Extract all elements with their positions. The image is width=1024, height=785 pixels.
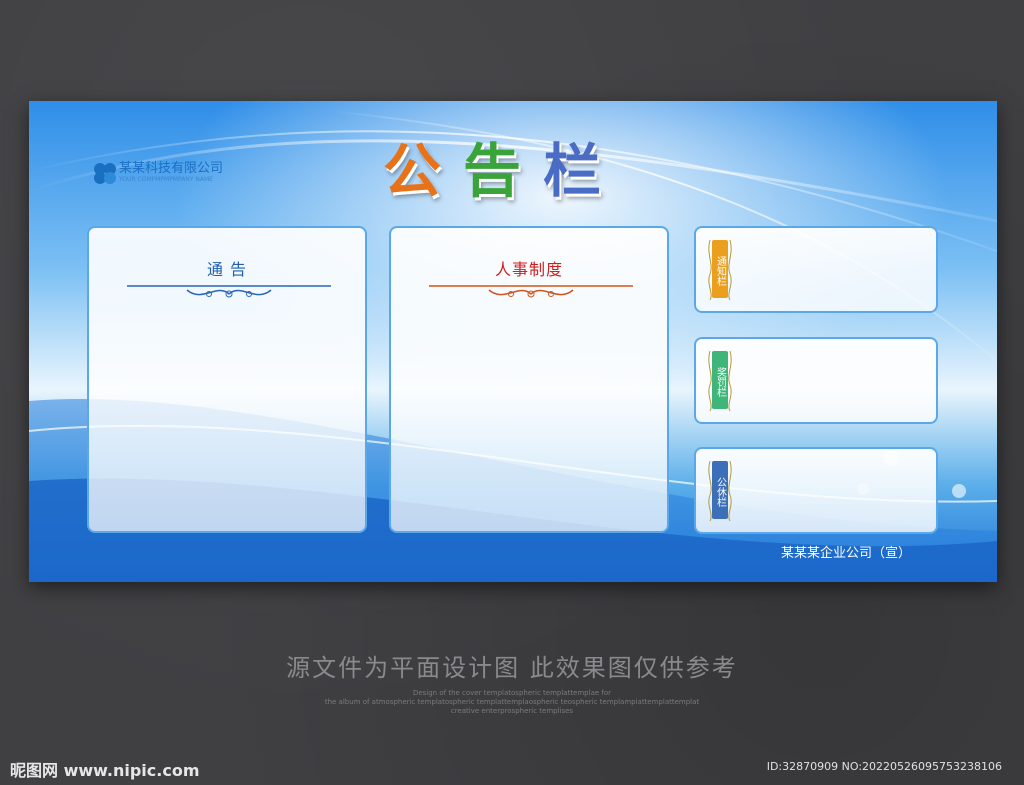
title-char-2: 告: [463, 137, 522, 205]
board-title: 公 告 栏: [383, 136, 601, 206]
personnel-policy-heading: 人事制度: [494, 260, 563, 279]
fine-print-line: the album of atmospheric templatospheric…: [324, 698, 700, 706]
tag-rewards: 奖罚栏: [712, 351, 728, 409]
notice-panel-heading: 通 告: [206, 260, 248, 279]
company-signature: 某某某企业公司（宣）: [780, 546, 911, 561]
preview-caption: 源文件为平面设计图 此效果图仅供参考: [286, 654, 738, 682]
clover-icon: [94, 163, 116, 184]
tag-notices: 通知栏: [712, 240, 728, 298]
fine-print-line: Design of the cover templatospheric temp…: [412, 689, 612, 697]
logo-company-subtitle: YOUR COMPMPMPMPANY NAME: [119, 176, 213, 183]
title-char-3: 栏: [543, 137, 602, 205]
personnel-policy-panel: 人事制度: [389, 226, 669, 533]
notice-panel: 通 告: [87, 226, 367, 533]
fine-print-line: creative enterprospheric templises: [450, 707, 574, 715]
tag-holidays: 公休栏: [712, 461, 728, 519]
side-panel-rewards: 奖罚栏: [694, 337, 938, 424]
title-char-1: 公: [383, 137, 442, 205]
watermark-site: 昵图网 www.nipic.com: [10, 761, 200, 780]
bulletin-board: 某某科技有限公司 YOUR COMPMPMPMPANY NAME 公 告 栏 通…: [29, 101, 997, 582]
watermark-id: ID:32870909 NO:20220526095753238106: [766, 760, 1002, 773]
logo-company-name: 某某科技有限公司: [119, 161, 224, 176]
company-logo: 某某科技有限公司 YOUR COMPMPMPMPANY NAME: [91, 159, 223, 187]
fine-print: Design of the cover templatospheric temp…: [262, 689, 762, 716]
side-panel-holidays: 公休栏: [694, 447, 938, 534]
ornament-divider-icon: [429, 285, 633, 298]
ornament-divider-icon: [127, 285, 331, 298]
side-panel-notices: 通知栏: [694, 226, 938, 313]
